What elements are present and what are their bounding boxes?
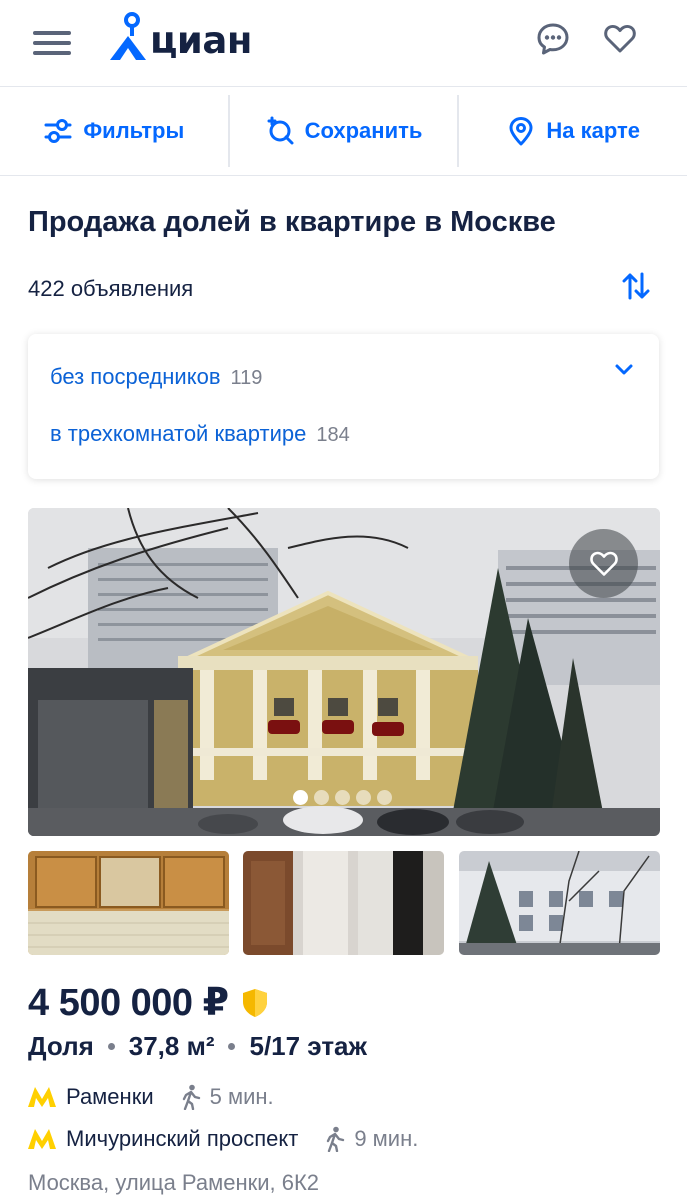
map-pin-icon bbox=[509, 117, 533, 146]
quick-filter-no-agents[interactable]: без посредников 119 bbox=[50, 364, 262, 390]
photo-pagination bbox=[293, 790, 392, 805]
logo-text: циан bbox=[150, 19, 252, 62]
verified-shield-icon[interactable] bbox=[241, 988, 269, 1018]
metro-icon bbox=[28, 1087, 56, 1107]
walking-person-icon bbox=[327, 1126, 345, 1152]
walking-person-icon bbox=[182, 1084, 200, 1110]
metro-station-name: Мичуринский проспект bbox=[66, 1126, 299, 1151]
map-button[interactable]: На карте bbox=[457, 95, 687, 167]
chat-icon[interactable] bbox=[536, 22, 570, 56]
metro-icon bbox=[28, 1129, 56, 1149]
photo-dot[interactable] bbox=[335, 790, 350, 805]
save-label: Сохранить bbox=[304, 118, 423, 143]
quick-filter-label: без посредников bbox=[50, 364, 221, 389]
quick-filter-count: 184 bbox=[316, 424, 350, 446]
cian-logo[interactable]: циан bbox=[108, 10, 252, 62]
action-bar: Фильтры Сохранить На карте bbox=[0, 87, 687, 176]
menu-icon[interactable] bbox=[33, 29, 71, 57]
filters-icon bbox=[44, 119, 72, 143]
top-header: циан bbox=[0, 0, 687, 87]
quick-filter-label: в трехкомнатой квартире bbox=[50, 421, 307, 446]
sort-icon[interactable] bbox=[620, 270, 652, 302]
chevron-down-icon[interactable] bbox=[612, 358, 636, 382]
listing-thumbnail-hallway[interactable] bbox=[243, 851, 444, 955]
filters-button[interactable]: Фильтры bbox=[0, 87, 228, 175]
filters-label: Фильтры bbox=[83, 118, 185, 143]
listing-thumbnail-exterior[interactable] bbox=[459, 851, 660, 955]
listing-main-photo[interactable] bbox=[28, 508, 660, 836]
kitchen-photo-image bbox=[28, 851, 229, 955]
photo-dot[interactable] bbox=[377, 790, 392, 805]
listing-floor: 5/17 этаж bbox=[249, 1031, 367, 1061]
heart-icon bbox=[589, 551, 618, 576]
walk-time: 9 мин. bbox=[354, 1126, 419, 1151]
map-label: На карте bbox=[546, 118, 640, 143]
metro-station-name: Раменки bbox=[66, 1084, 154, 1109]
listing-thumbnail-kitchen[interactable] bbox=[28, 851, 229, 955]
building-photo-image bbox=[28, 508, 660, 836]
photo-dot[interactable] bbox=[314, 790, 329, 805]
listing-details: Доля 37,8 м² 5/17 этаж bbox=[28, 1031, 367, 1062]
listing-price: 4 500 000 ₽ bbox=[28, 982, 229, 1024]
page-title: Продажа долей в квартире в Москве bbox=[28, 206, 556, 238]
quick-filters-card: без посредников 119 в трехкомнатой кварти… bbox=[28, 334, 659, 479]
quick-filter-count: 119 bbox=[230, 367, 263, 389]
separator-dot bbox=[107, 1043, 115, 1050]
metro-station-row: Мичуринский проспект 9 мин. bbox=[28, 1126, 418, 1152]
hallway-photo-image bbox=[243, 851, 444, 955]
separator-dot bbox=[228, 1043, 236, 1050]
listing-area: 37,8 м² bbox=[128, 1031, 215, 1061]
metro-station-row: Раменки 5 мин. bbox=[28, 1084, 274, 1110]
photo-favorite-button[interactable] bbox=[569, 529, 638, 598]
exterior-photo-image bbox=[459, 851, 660, 955]
price-row: 4 500 000 ₽ bbox=[28, 980, 269, 1025]
heart-icon[interactable] bbox=[603, 22, 637, 56]
quick-filter-three-room[interactable]: в трехкомнатой квартире 184 bbox=[50, 421, 350, 447]
photo-dot[interactable] bbox=[293, 790, 308, 805]
photo-dot[interactable] bbox=[356, 790, 371, 805]
save-search-button[interactable]: Сохранить bbox=[227, 95, 458, 167]
save-search-icon bbox=[267, 116, 294, 145]
listing-type: Доля bbox=[28, 1031, 94, 1061]
logo-mark-icon bbox=[110, 12, 146, 60]
results-count: 422 объявления bbox=[28, 276, 194, 301]
walk-time: 5 мин. bbox=[209, 1084, 274, 1109]
listing-address: Москва, улица Раменки, 6К2 bbox=[28, 1170, 320, 1195]
